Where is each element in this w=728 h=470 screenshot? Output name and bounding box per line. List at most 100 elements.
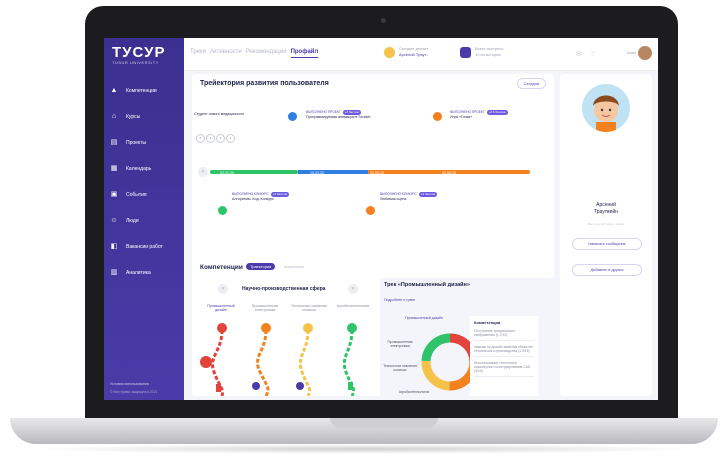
timeline-prev-arrow[interactable]: ‹ xyxy=(198,167,208,177)
competency-item: Использование технологии инжинерного кон… xyxy=(474,361,534,377)
sidebar-item-vacancies[interactable]: ◧ Вакансии работ xyxy=(104,234,184,260)
profile-card: Арсений Траутвейн Был в сети 5 минут наза… xyxy=(560,74,652,396)
calendar-icon: ▦ xyxy=(110,165,118,172)
event-dot-blue xyxy=(288,112,297,121)
sidebar-item-projects[interactable]: ▤ Проекты xyxy=(104,130,184,156)
tab-tracks[interactable]: Треки xyxy=(190,49,206,58)
tab-analytics[interactable]: Аналитика xyxy=(284,264,304,269)
avatar[interactable] xyxy=(638,46,652,60)
laptop-shadow xyxy=(30,444,698,454)
event-3[interactable]: ВЫПОЛНЕНО ПРОЕКТ +8.6 баллов Игра «Гонки» xyxy=(450,110,508,120)
event-dot-orange xyxy=(433,112,442,121)
sidebar-item-label: Компетенции xyxy=(126,88,157,94)
bell-icon[interactable]: ♢ xyxy=(590,50,596,58)
track-donut xyxy=(421,333,476,391)
id-icon: ◧ xyxy=(110,243,118,250)
avatar-illustration xyxy=(593,95,619,132)
award-icon: 2 xyxy=(206,134,215,143)
timeline-date: 10.05.20 xyxy=(370,171,384,175)
chart-icon: ▥ xyxy=(110,269,118,276)
medal-icon xyxy=(384,47,395,58)
event-4[interactable]: ВЫПОЛНЕНО КОНКУРС +3 баллов Алгоритмы. Код… xyxy=(232,192,290,202)
track-label: Промышленная электроника xyxy=(387,340,413,348)
column-agrobio[interactable]: Агробиотехнологии xyxy=(334,304,372,312)
profile-status: Был в сети 5 минут назад xyxy=(588,222,624,226)
sidebar-item-events[interactable]: ▣ События xyxy=(104,182,184,208)
column-industrial-electronics[interactable]: Промышленная электроника xyxy=(246,304,284,312)
sidebar-item-label: События xyxy=(126,192,147,198)
award-icon: 4 xyxy=(226,134,235,143)
sidebar-item-calendar[interactable]: ▦ Календарь xyxy=(104,156,184,182)
tab-recommendations[interactable]: Рекомендации xyxy=(246,49,287,58)
event-dot-orange-2 xyxy=(366,206,375,215)
column-industrial-design[interactable]: Промышленный дизайн xyxy=(202,304,240,312)
logo-subtitle: TUSUR UNIVERSITY xyxy=(112,60,159,65)
sidebar-item-courses[interactable]: ⌂ Курсы xyxy=(104,104,184,130)
people-icon: ☺ xyxy=(110,217,118,224)
pin-yellow xyxy=(303,323,313,333)
sidebar-item-people[interactable]: ☺ Люди xyxy=(104,208,184,234)
user-name[interactable]: Алек xyxy=(627,50,636,55)
competencies-box: Компетенции Построение графического изоб… xyxy=(470,316,538,396)
progress-info: Всего постреко 10 из истории xyxy=(475,46,504,57)
top-bar: Треки Активности Рекомендации Профайл Се… xyxy=(184,38,658,71)
pin-green xyxy=(347,323,357,333)
column-space[interactable]: Технологии освоения космоса xyxy=(290,304,328,312)
page-title: Трейектория развития пользователя xyxy=(200,80,329,87)
timeline-date: 02.01.20 xyxy=(220,171,234,175)
person-icon xyxy=(296,382,304,390)
progress-icon xyxy=(460,47,471,58)
timeline-segment-orange-2 xyxy=(420,170,530,174)
copyright: © Все права защищены 2021 xyxy=(110,390,158,394)
competency-item: Навыки по дизайн-макетам объектов технич… xyxy=(474,345,534,357)
document-icon: ▤ xyxy=(110,139,118,146)
sidebar-item-analytics[interactable]: ▥ Аналитика xyxy=(104,260,184,286)
building-icon: ⌂ xyxy=(111,113,117,120)
top-tabs: Треки Активности Рекомендации Профайл xyxy=(190,49,319,58)
flag-icon xyxy=(348,382,353,390)
sidebar-nav: ▲ Компетенции ⌂ Курсы ▤ Проекты ▦ Календарь … xyxy=(104,78,184,286)
competency-item: Построение графического изображения (1,7… xyxy=(474,329,534,341)
award-icon: 3 xyxy=(216,134,225,143)
event-2[interactable]: ВЫПОЛНЕНО ПРОЕКТ +8 баллов Программируемая… xyxy=(306,110,371,120)
sphere-next-arrow[interactable]: › xyxy=(348,284,358,294)
timeline-date: 15.03.20 xyxy=(310,171,324,175)
tab-trajectory[interactable]: Траектория xyxy=(246,263,276,270)
bookmark-icon: ▣ xyxy=(110,191,118,198)
track-details-link[interactable]: Подробнее о треке xyxy=(384,298,415,302)
tab-activities[interactable]: Активности xyxy=(210,49,242,58)
track-title: Трек «Промышленный дизайн» xyxy=(384,282,470,288)
event-1-awards: 5234 xyxy=(196,126,236,144)
rocket-icon: ▲ xyxy=(110,87,118,94)
laptop-notch xyxy=(330,418,438,428)
mail-icon[interactable]: ✉ xyxy=(576,50,582,58)
sidebar-item-label: Календарь xyxy=(126,166,152,172)
add-friend-button[interactable]: Добавить в друзья xyxy=(572,264,642,276)
competences-title: Компетенции xyxy=(200,264,243,271)
event-1[interactable]: Студент нового медицинского xyxy=(194,112,244,117)
track-label: Технологии освоения космоса xyxy=(383,364,417,372)
sidebar-item-label: Аналитика xyxy=(126,270,151,276)
sidebar-item-label: Вакансии работ xyxy=(126,244,163,250)
sidebar-item-label: Проекты xyxy=(126,140,147,146)
profile-avatar xyxy=(582,84,630,132)
logo[interactable]: ТУСУР xyxy=(112,44,165,61)
laptop-screen: ТУСУР TUSUR UNIVERSITY ▲ Компетенции ⌂ Кур… xyxy=(104,38,658,400)
today-info: Сегодня делает Арсений Траут... xyxy=(399,46,430,57)
tab-profile[interactable]: Профайл xyxy=(290,49,319,58)
track-panel: Трек «Промышленный дизайн» Подробнее о т… xyxy=(380,278,554,396)
track-label: Промышленный дизайн xyxy=(405,316,443,320)
event-dot-green xyxy=(218,206,227,215)
sphere-prev-arrow[interactable]: ‹ xyxy=(218,284,228,294)
event-5[interactable]: ВЫПОЛНЕНО КОНКУРС +2 баллов Любимая сцена xyxy=(380,192,438,202)
award-icon: 5 xyxy=(196,134,205,143)
webcam xyxy=(381,18,386,23)
terms-link[interactable]: Условия использования xyxy=(110,382,149,386)
send-message-button[interactable]: Написать сообщение xyxy=(572,238,642,250)
today-button[interactable]: Сегодня xyxy=(516,78,546,89)
sidebar-item-competences[interactable]: ▲ Компетенции xyxy=(104,78,184,104)
milestone-red xyxy=(200,356,212,368)
pin-red xyxy=(217,323,227,333)
flag-icon xyxy=(216,384,221,392)
timeline-segment-blue xyxy=(298,170,368,174)
